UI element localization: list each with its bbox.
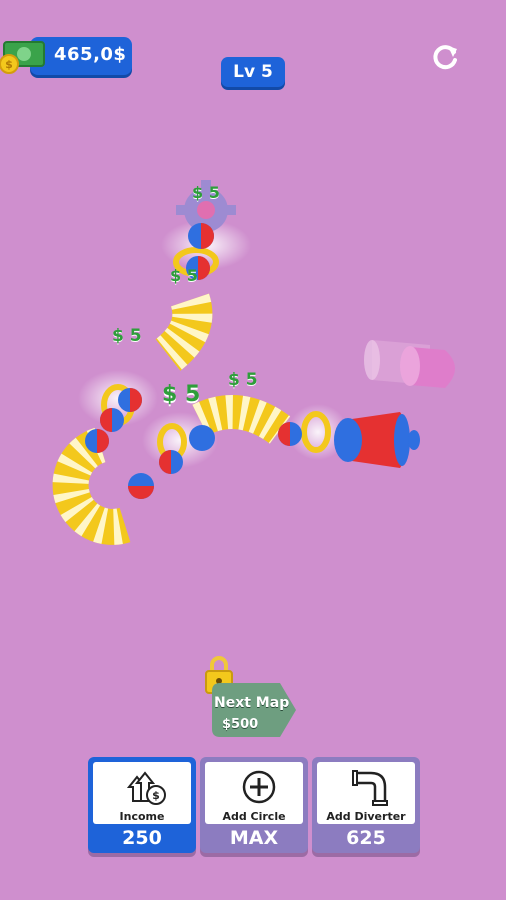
ghost-pipe-placeholder (364, 340, 455, 388)
restart-icon[interactable] (428, 40, 462, 74)
cash-bill-icon: $ (0, 41, 45, 74)
money-amount: 465,0$ (54, 44, 127, 65)
ball (128, 473, 154, 499)
income-upgrade-cost: 250 (122, 827, 162, 849)
ball (188, 223, 214, 249)
add-circle-upgrade-button[interactable]: Add Circle MAX (200, 757, 308, 853)
ball (278, 422, 302, 446)
floating-income-label: $ 5 (112, 326, 142, 346)
pipe-elbow-icon (352, 770, 388, 806)
ball (85, 429, 109, 453)
next-map-price: $500 (222, 717, 259, 732)
plus-circle-icon (242, 770, 276, 804)
svg-text:$: $ (5, 58, 13, 71)
floating-income-label: $ 5 (192, 183, 220, 202)
ball (100, 408, 124, 432)
ball (159, 450, 183, 474)
ball (118, 388, 142, 412)
next-map-sign[interactable]: Next Map $500 (210, 679, 298, 741)
income-arrows-icon: $ (127, 771, 166, 805)
floating-income-label: $ 5 (170, 266, 198, 285)
income-upgrade-title: Income (119, 810, 165, 823)
next-map-label: Next Map (214, 695, 290, 711)
floating-income-label: $ 5 (228, 370, 258, 390)
add-circle-upgrade-cost: MAX (229, 827, 279, 849)
ball (189, 425, 215, 451)
add-diverter-upgrade-cost: 625 (346, 827, 386, 849)
floating-income-label: $ 5 (162, 382, 201, 407)
add-diverter-upgrade-title: Add Diverter (326, 810, 406, 823)
level-badge: Lv 5 (221, 57, 285, 87)
income-upgrade-button[interactable]: $ Income 250 (88, 757, 196, 853)
add-circle-upgrade-title: Add Circle (222, 810, 286, 823)
svg-text:$: $ (152, 789, 160, 802)
add-diverter-upgrade-button[interactable]: Add Diverter 625 (312, 757, 420, 853)
ball-cannon (334, 412, 420, 468)
